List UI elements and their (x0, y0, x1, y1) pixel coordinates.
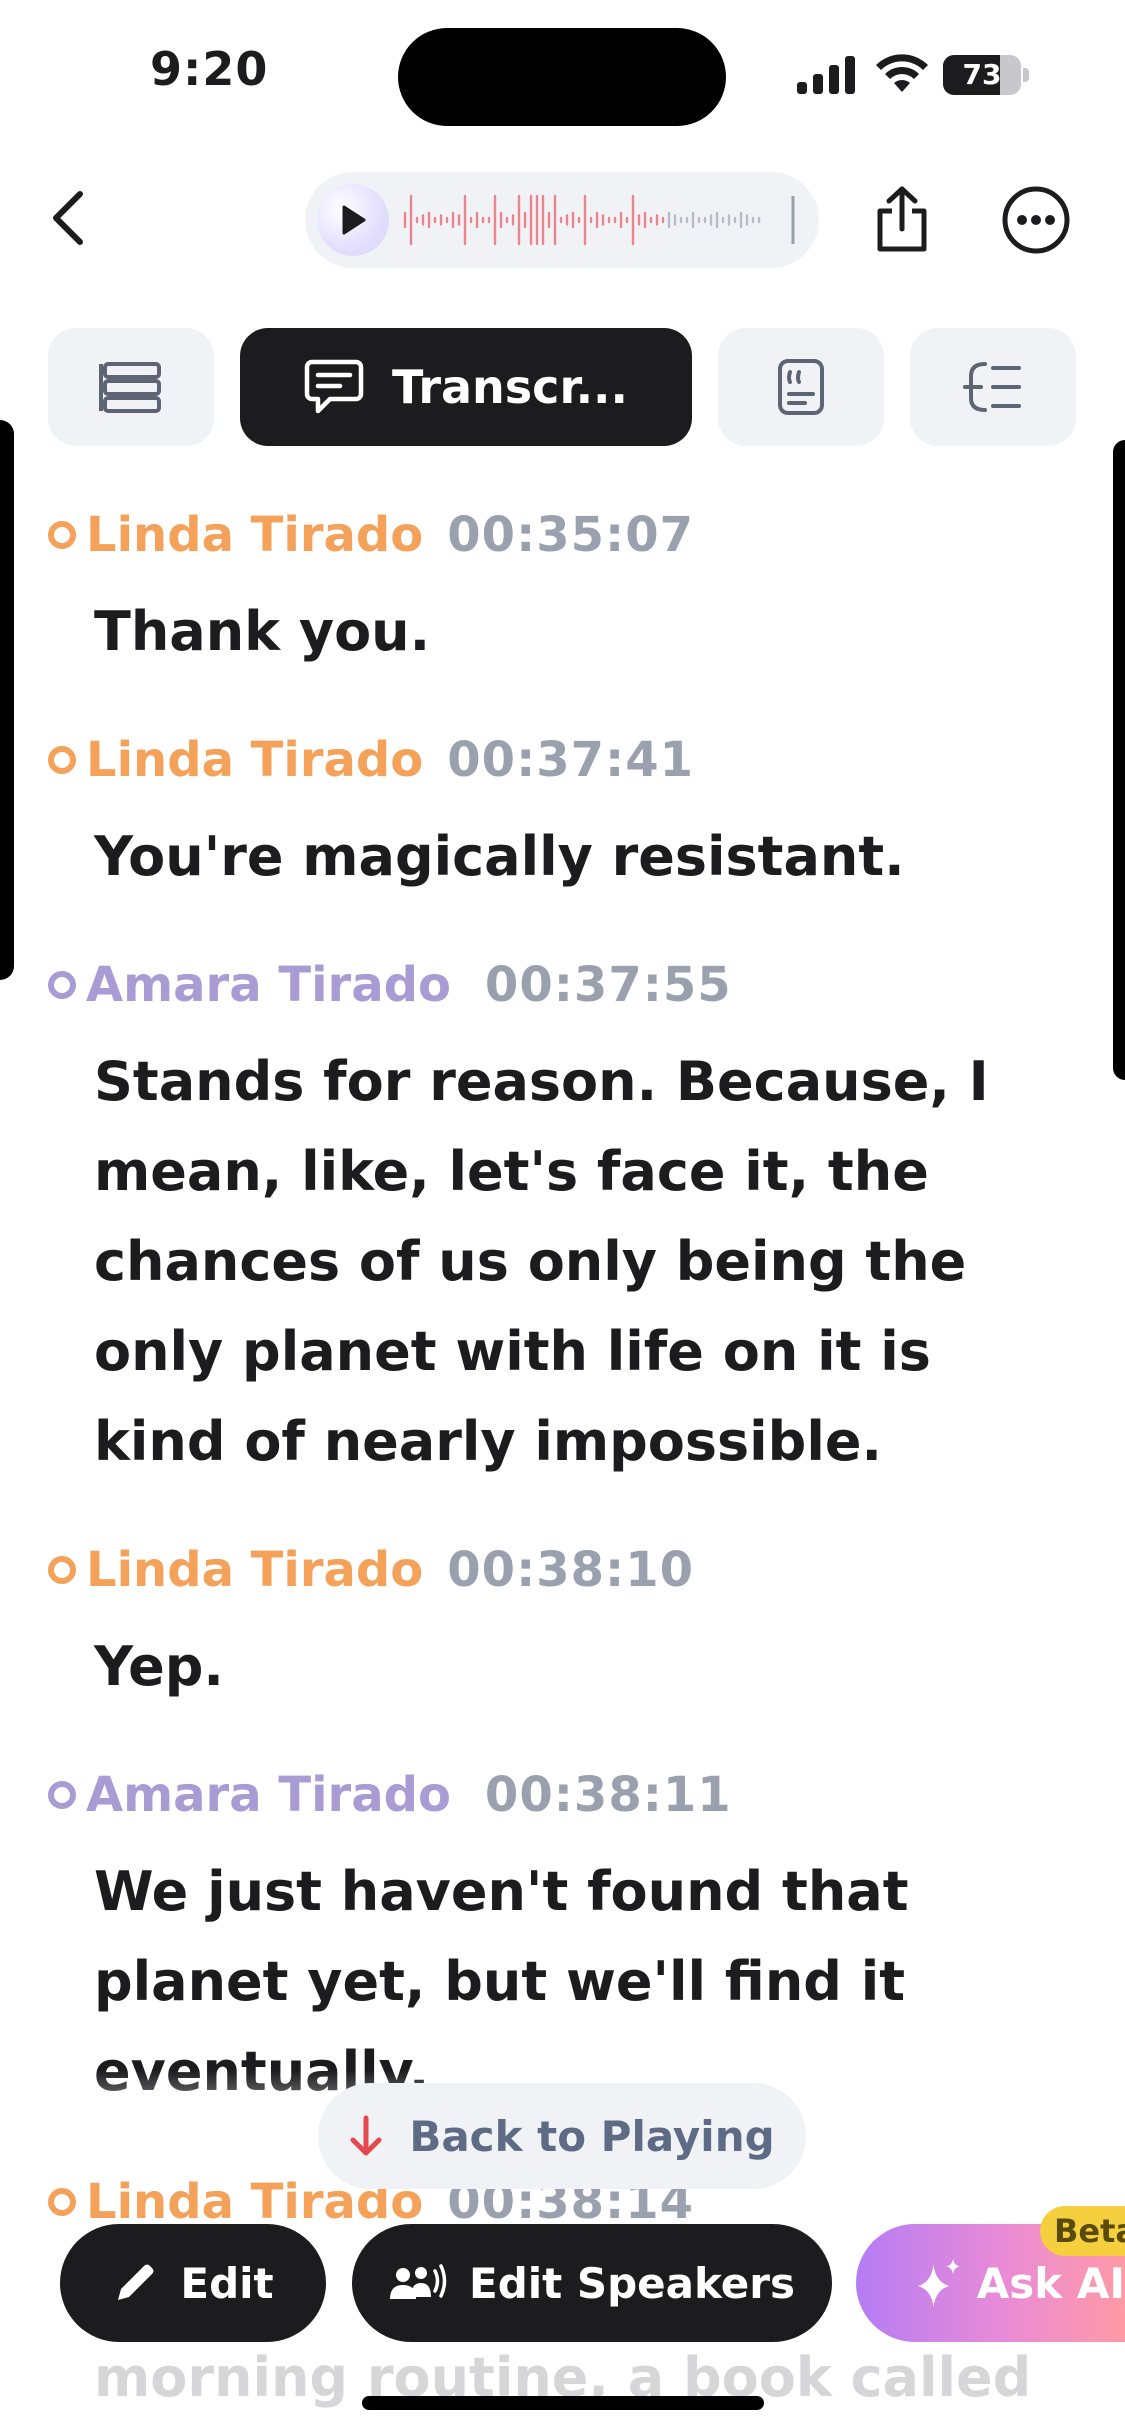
back-button[interactable] (40, 180, 96, 256)
mini-player[interactable] (305, 172, 819, 268)
chevron-left-icon (53, 191, 83, 245)
arrow-down-icon (350, 2115, 382, 2156)
tab-summary[interactable] (48, 328, 214, 446)
speaker-dot-icon (48, 1556, 76, 1584)
share-button[interactable] (868, 180, 936, 260)
speakers-icon (390, 2264, 447, 2299)
outline-icon (963, 362, 1021, 412)
speaker-dot-icon (48, 521, 76, 549)
speaker-dot-icon (48, 971, 76, 999)
wifi-icon (876, 54, 928, 92)
back-to-playing-button[interactable]: Back to Playing (318, 2083, 806, 2189)
list-icon (99, 362, 161, 413)
speaker-name[interactable]: Amara Tirado (86, 957, 451, 1013)
tab-transcript-label: Transcr... (392, 360, 628, 414)
play-icon (342, 205, 366, 235)
tab-transcript[interactable]: Transcr... (240, 328, 692, 446)
speaker-dot-icon (48, 2188, 76, 2216)
transcript-entry[interactable]: Linda Tirado 00:35:07 Thank you. (48, 505, 1078, 677)
screen-edge-left (0, 420, 14, 980)
more-options-button[interactable] (1000, 184, 1072, 256)
beta-badge: Beta (1040, 2206, 1125, 2256)
dynamic-island (398, 28, 726, 126)
transcript-entry[interactable]: Amara Tirado 00:37:55 Stands for reason.… (48, 955, 1078, 1487)
status-time: 9:20 (150, 42, 269, 96)
status-bar: 9:20 73 (0, 0, 1125, 150)
sparkles-icon (917, 2258, 960, 2308)
pencil-icon (118, 2264, 154, 2300)
battery-percentage: 73 (962, 58, 1002, 91)
tab-quotes[interactable] (718, 328, 884, 446)
timestamp[interactable]: 00:38:11 (485, 1767, 732, 1823)
edit-speakers-label: Edit Speakers (469, 2258, 795, 2308)
timestamp[interactable]: 00:37:41 (447, 732, 694, 788)
share-icon (877, 186, 927, 252)
speaker-name[interactable]: Linda Tirado (86, 507, 423, 563)
chat-bubble-icon (304, 359, 364, 414)
utterance-text: We just haven't found that planet yet, b… (94, 1860, 909, 2103)
edit-button[interactable]: Edit (60, 2224, 326, 2342)
ask-ai-label: Ask AI (976, 2258, 1125, 2308)
timestamp[interactable]: 00:35:07 (447, 507, 694, 563)
speaker-name[interactable]: Amara Tirado (86, 1767, 451, 1823)
tab-outline[interactable] (910, 328, 1076, 446)
timestamp[interactable]: 00:38:10 (447, 1542, 694, 1598)
utterance-text: Stands for reason. Because, I mean, like… (94, 1050, 989, 1473)
play-button[interactable] (317, 184, 389, 256)
ellipsis-circle-icon (1002, 186, 1070, 254)
screen-edge-right (1113, 440, 1125, 1080)
speaker-name[interactable]: Linda Tirado (86, 732, 423, 788)
utterance-text: Yep. (94, 1635, 224, 1698)
utterance-text: Thank you. (94, 600, 431, 663)
transcript-entry[interactable]: Amara Tirado 00:38:11 We just haven't fo… (48, 1765, 1078, 2117)
waveform-scrubber[interactable] (401, 190, 801, 250)
edit-label: Edit (180, 2258, 274, 2308)
timestamp[interactable]: 00:37:55 (485, 957, 732, 1013)
home-indicator (362, 2396, 764, 2410)
transcript-entry[interactable]: Linda Tirado 00:37:41 You're magically r… (48, 730, 1078, 902)
quote-card-icon (778, 359, 824, 415)
transcript-entry[interactable]: Linda Tirado 00:38:10 Yep. (48, 1540, 1078, 1712)
speaker-dot-icon (48, 1781, 76, 1809)
battery-icon: 73 (943, 55, 1029, 95)
back-to-playing-label: Back to Playing (409, 2111, 775, 2161)
utterance-text: You're magically resistant. (94, 825, 905, 888)
speaker-name[interactable]: Linda Tirado (86, 1542, 423, 1598)
cellular-signal-icon (797, 56, 855, 94)
edit-speakers-button[interactable]: Edit Speakers (352, 2224, 832, 2342)
speaker-dot-icon (48, 746, 76, 774)
